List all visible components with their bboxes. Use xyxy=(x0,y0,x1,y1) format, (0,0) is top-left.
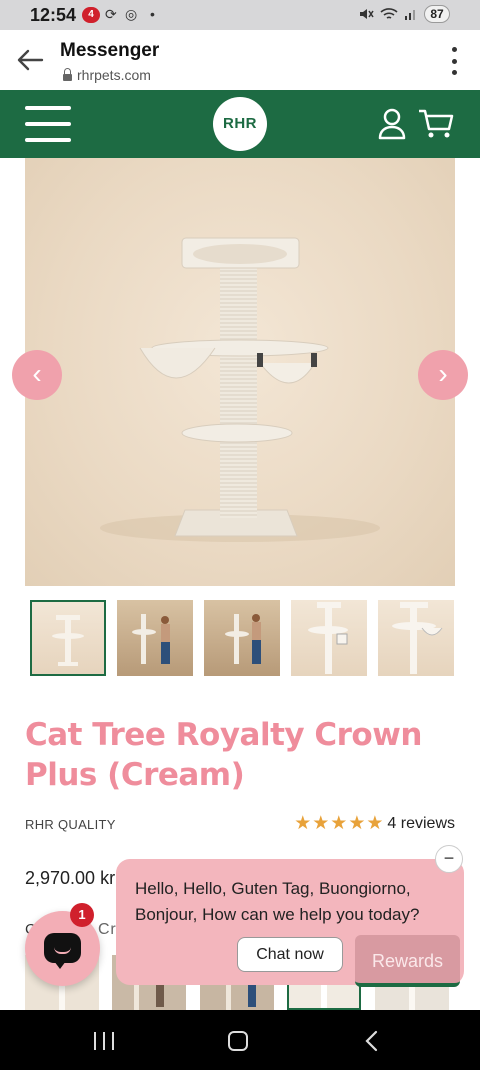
wifi-icon xyxy=(380,8,398,19)
star-icon: ★ xyxy=(294,813,312,834)
site-logo[interactable]: RHR xyxy=(213,97,267,151)
recent-apps-icon[interactable] xyxy=(94,1032,114,1050)
mute-icon xyxy=(360,9,374,19)
browser-header: Messenger rhrpets.com xyxy=(0,30,480,90)
notification-badge-icon: 4 xyxy=(82,7,100,23)
rewards-button[interactable]: Rewards xyxy=(355,935,460,987)
hamburger-menu-icon[interactable] xyxy=(25,106,71,142)
chat-bubble-icon xyxy=(44,933,81,969)
browser-url: rhrpets.com xyxy=(62,67,151,83)
thumbnail-5[interactable] xyxy=(378,600,454,676)
product-main-image xyxy=(25,158,455,586)
gallery-thumbnails xyxy=(30,600,455,676)
product-brand: RHR QUALITY xyxy=(25,817,116,832)
thumbnail-3[interactable] xyxy=(204,600,280,676)
lock-icon xyxy=(62,67,73,81)
cart-icon[interactable] xyxy=(418,108,454,140)
chat-now-button[interactable]: Chat now xyxy=(237,937,343,972)
browser-title: Messenger xyxy=(60,40,160,61)
back-arrow-icon[interactable] xyxy=(14,44,46,76)
thumbnail-1[interactable] xyxy=(30,600,106,676)
unread-badge: 1 xyxy=(70,903,94,927)
cat-tree-illustration xyxy=(100,237,380,542)
product-rating[interactable]: ★ ★ ★ ★ ★ 4 reviews xyxy=(294,814,455,834)
signal-icon xyxy=(405,10,415,20)
more-vert-icon[interactable] xyxy=(450,47,458,75)
site-header: RHR xyxy=(0,90,480,158)
home-icon[interactable] xyxy=(228,1031,248,1051)
chat-close-button[interactable]: − xyxy=(435,845,463,873)
dot-icon: • xyxy=(150,6,155,22)
url-text: rhrpets.com xyxy=(77,67,151,83)
star-icon: ★ xyxy=(330,813,348,834)
status-time: 12:54 xyxy=(30,5,77,25)
status-bar: 12:54 4 ⟳ ◎ • 87 xyxy=(0,0,480,30)
reviews-count[interactable]: 4 reviews xyxy=(387,815,455,833)
product-price: 2,970.00 kr xyxy=(25,868,116,888)
gallery-prev-button[interactable]: ‹ xyxy=(12,350,62,400)
battery-icon: 87 xyxy=(424,5,450,23)
star-icon: ★ xyxy=(348,813,366,834)
back-icon[interactable] xyxy=(364,1030,378,1052)
system-nav-bar xyxy=(0,1010,480,1070)
status-right: 87 xyxy=(358,5,450,23)
star-icon: ★ xyxy=(366,813,384,834)
chat-message: Hello, Hello, Guten Tag, Buongiorno, Bon… xyxy=(135,879,420,924)
thumbnail-4[interactable] xyxy=(291,600,367,676)
thumbnail-2[interactable] xyxy=(117,600,193,676)
chrome-icon: ◎ xyxy=(125,6,138,22)
gallery-next-button[interactable]: › xyxy=(418,350,468,400)
user-icon[interactable] xyxy=(378,108,406,140)
product-title: Cat Tree Royalty Crown Plus (Cream) xyxy=(25,717,422,793)
sync-icon: ⟳ xyxy=(105,6,117,22)
star-icon: ★ xyxy=(312,813,330,834)
